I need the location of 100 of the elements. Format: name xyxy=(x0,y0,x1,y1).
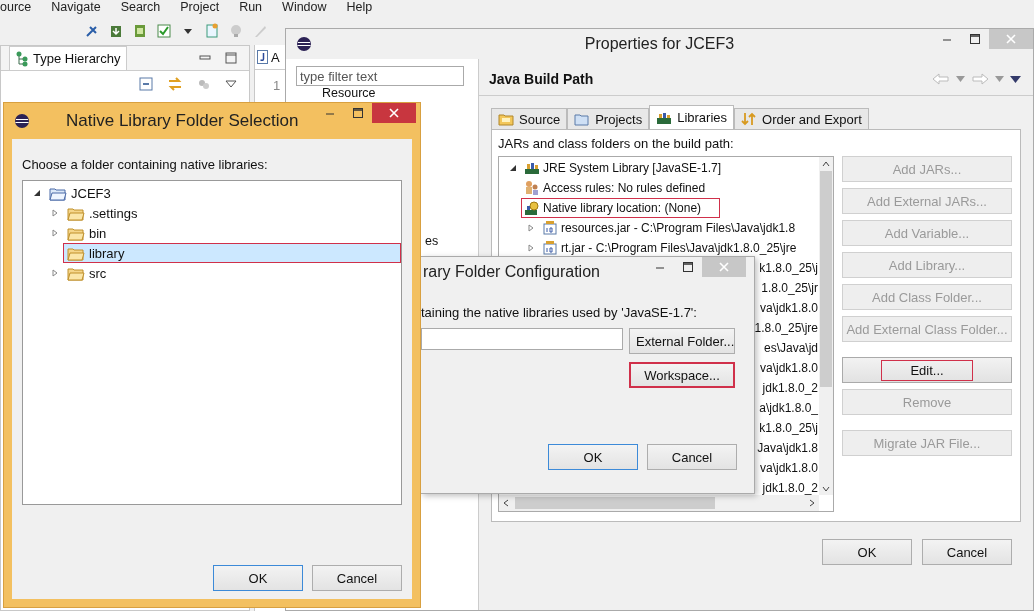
tree-item[interactable]: Access rules: No rules defined xyxy=(521,178,709,198)
eclipse-icon xyxy=(14,113,30,129)
nav-item[interactable]: Resource xyxy=(322,87,376,100)
tree-item[interactable]: jdk1.8.0_2 xyxy=(762,381,818,395)
menu-item[interactable]: Run xyxy=(239,0,263,15)
browse-button[interactable]: External Folder... xyxy=(629,328,735,354)
scroll-right-icon[interactable] xyxy=(809,499,815,507)
cancel-button[interactable]: Cancel xyxy=(922,539,1012,565)
scroll-thumb[interactable] xyxy=(820,171,832,387)
tree-item[interactable]: k1.8.0_25\j xyxy=(759,421,818,435)
tab[interactable]: Projects xyxy=(567,108,650,129)
list-label: JARs and class folders on the build path: xyxy=(498,136,735,151)
cancel-button[interactable]: Cancel xyxy=(312,565,402,591)
menu-item[interactable]: Window xyxy=(282,0,327,15)
location-field[interactable] xyxy=(421,328,623,350)
jar-icon xyxy=(542,240,558,256)
menu-caret-icon[interactable] xyxy=(1010,75,1021,83)
tree-item[interactable]: a\jdk1.8.0_ xyxy=(759,401,818,415)
line-number: 1 xyxy=(273,78,281,93)
toolbar-icon[interactable] xyxy=(156,23,172,39)
menu-item[interactable]: ource xyxy=(0,0,32,15)
collapse-all-icon[interactable] xyxy=(139,77,153,91)
close-icon xyxy=(719,262,729,272)
tree-item[interactable]: resources.jar - C:\Program Files\Java\jdk1.8 xyxy=(539,218,799,238)
tree-item[interactable]: src xyxy=(63,263,111,283)
window-title: rary Folder Configuration xyxy=(423,263,600,281)
books-icon xyxy=(524,160,540,176)
field-label: taining the native libraries used by 'JavaSE-1.7': xyxy=(421,305,698,320)
collapsed-arrow-icon[interactable] xyxy=(51,209,59,217)
hierarchy-icon xyxy=(16,50,28,67)
link-icon[interactable] xyxy=(167,77,183,91)
toolbar-icon[interactable] xyxy=(84,23,100,39)
scroll-thumb[interactable] xyxy=(515,497,715,509)
browse-button[interactable]: Workspace... xyxy=(629,362,735,388)
scroll-up-icon[interactable] xyxy=(822,161,830,167)
tree-item[interactable]: va\jdk1.8.0 xyxy=(759,461,818,475)
expanded-arrow-icon[interactable] xyxy=(509,164,517,172)
tree-item[interactable]: JRE System Library [JavaSE-1.7] xyxy=(521,158,725,178)
expanded-arrow-icon[interactable] xyxy=(33,189,41,197)
tree-item[interactable]: bin xyxy=(63,223,111,243)
maximize-icon xyxy=(683,262,693,272)
window-title: Properties for JCEF3 xyxy=(584,35,735,53)
books-icon xyxy=(656,110,673,125)
scroll-down-icon[interactable] xyxy=(822,486,830,492)
tree-item[interactable]: k1.8.0_25\j xyxy=(759,261,818,275)
tree-item[interactable]: .settings xyxy=(63,203,142,223)
dropdown-caret-icon[interactable] xyxy=(225,80,237,88)
folder-icon xyxy=(67,265,85,281)
collapsed-arrow-icon[interactable] xyxy=(51,269,59,277)
collapsed-arrow-icon[interactable] xyxy=(527,244,535,252)
arrows-icon xyxy=(741,112,758,126)
cancel-button[interactable]: Cancel xyxy=(647,444,737,470)
tree-item[interactable]: Native library location: (None) xyxy=(521,198,721,218)
ok-button[interactable]: OK xyxy=(548,444,638,470)
close-icon xyxy=(1006,34,1016,44)
java-file-icon xyxy=(257,50,268,64)
menu-item[interactable]: Search xyxy=(120,0,161,15)
tree-item[interactable]: library xyxy=(63,243,401,263)
window-title: Native Library Folder Selection xyxy=(66,111,299,131)
maximize-icon[interactable] xyxy=(225,52,237,64)
toolbar-icon[interactable] xyxy=(108,23,124,39)
collapsed-arrow-icon[interactable] xyxy=(527,224,535,232)
collapsed-arrow-icon[interactable] xyxy=(51,229,59,237)
folder-icon xyxy=(67,245,85,261)
action-button[interactable]: Edit... xyxy=(842,357,1012,383)
scroll-left-icon[interactable] xyxy=(503,499,509,507)
people-icon xyxy=(524,180,540,196)
close-icon xyxy=(389,108,399,118)
menu-item[interactable]: Help xyxy=(346,0,373,15)
tree-item[interactable]: JCEF3 xyxy=(45,183,115,203)
view-tab[interactable]: Type Hierarchy xyxy=(9,46,128,70)
tree-item[interactable]: es\Java\jd xyxy=(763,341,818,355)
filter-field[interactable]: type filter text xyxy=(296,66,464,86)
tree-item[interactable]: rt.jar - C:\Program Files\Java\jdk1.8.0_25\jre xyxy=(539,238,800,258)
maximize-icon xyxy=(353,108,363,118)
gear-books-icon xyxy=(524,200,540,216)
tab[interactable]: Order and Export xyxy=(734,108,869,129)
menu-item[interactable]: Navigate xyxy=(51,0,101,15)
tab[interactable]: Source xyxy=(491,108,568,129)
project-folder-icon xyxy=(49,185,67,201)
ok-button[interactable]: OK xyxy=(822,539,912,565)
tree-item[interactable]: va\jdk1.8.0 xyxy=(759,301,818,315)
nav-item[interactable]: es xyxy=(425,235,439,248)
maximize-icon xyxy=(970,34,980,44)
menu-item[interactable]: Project xyxy=(180,0,220,15)
folder-icon xyxy=(67,225,85,241)
tree-item[interactable]: Java\jdk1.8 xyxy=(757,441,818,455)
tab[interactable]: Libraries xyxy=(649,105,735,129)
ok-button[interactable]: OK xyxy=(213,565,303,591)
tree-item[interactable]: jdk1.8.0_2 xyxy=(762,481,818,495)
tree-item[interactable]: 1.8.0_25\jre xyxy=(754,321,818,335)
dialog-message: Choose a folder containing native libraries: xyxy=(22,157,269,172)
tree-item[interactable]: 1.8.0_25\jr xyxy=(761,281,818,295)
back-arrow-icon[interactable] xyxy=(932,73,950,85)
page-title: Java Build Path xyxy=(489,71,594,87)
horizontal-scrollbar[interactable] xyxy=(499,495,819,511)
vertical-scrollbar[interactable] xyxy=(819,157,833,495)
toolbar-icon[interactable] xyxy=(132,23,148,39)
tree-item[interactable]: va\jdk1.8.0 xyxy=(759,361,818,375)
forward-arrow-icon[interactable] xyxy=(971,73,989,85)
